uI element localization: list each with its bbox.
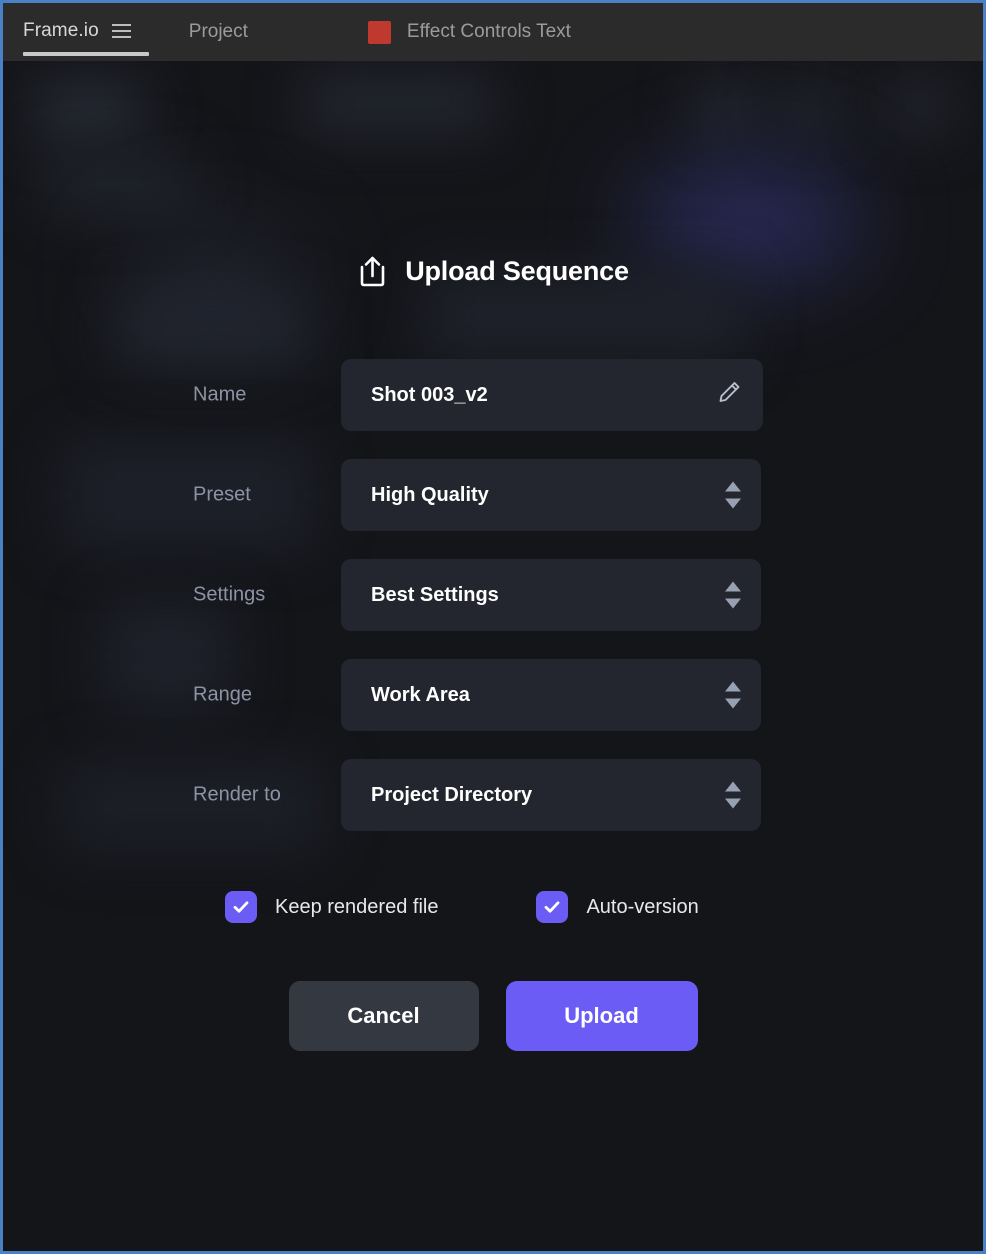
preset-stepper[interactable]	[725, 481, 741, 509]
tab-effect-controls-text[interactable]: Effect Controls Text	[367, 20, 571, 44]
checkbox-row: Keep rendered file Auto-version	[3, 891, 983, 923]
preset-select[interactable]: High Quality	[341, 459, 761, 531]
form-row-settings: Settings Best Settings	[3, 559, 983, 631]
dialog-header: Upload Sequence	[3, 255, 983, 288]
checkbox-auto-version[interactable]: Auto-version	[536, 891, 699, 923]
caret-down-icon[interactable]	[725, 798, 741, 809]
upload-button[interactable]: Upload	[505, 981, 698, 1051]
caret-down-icon[interactable]	[725, 498, 741, 509]
form-row-name: Name Shot 003_v2	[3, 359, 983, 431]
settings-select-value: Best Settings	[371, 583, 499, 606]
red-square-icon	[367, 20, 391, 44]
cancel-button[interactable]: Cancel	[288, 981, 479, 1051]
caret-up-icon[interactable]	[725, 681, 741, 692]
caret-up-icon[interactable]	[725, 481, 741, 492]
tab-project[interactable]: Project	[189, 21, 248, 43]
form-row-preset: Preset High Quality	[3, 459, 983, 531]
form-row-range: Range Work Area	[3, 659, 983, 731]
pencil-icon[interactable]	[715, 379, 743, 412]
checkbox-checked-icon[interactable]	[536, 891, 569, 923]
page-title: Upload Sequence	[405, 256, 629, 286]
checkbox-keep-rendered-file[interactable]: Keep rendered file	[225, 891, 438, 923]
application-window: Frame.io Project Effect Controls Text Up…	[0, 0, 986, 1254]
label-settings: Settings	[193, 583, 266, 606]
checkbox-checked-icon[interactable]	[225, 891, 257, 923]
hamburger-icon[interactable]	[111, 24, 131, 38]
upload-sequence-dialog: Upload Sequence Name Shot 003_v2 Preset …	[3, 61, 983, 1251]
range-select-value: Work Area	[371, 683, 470, 706]
form-row-render-to: Render to Project Directory	[3, 759, 983, 831]
tab-frameio[interactable]: Frame.io	[23, 20, 149, 56]
render-to-select[interactable]: Project Directory	[341, 759, 761, 831]
tab-frameio-label: Frame.io	[23, 20, 99, 41]
preset-select-value: High Quality	[371, 483, 489, 506]
caret-down-icon[interactable]	[725, 598, 741, 609]
name-input[interactable]: Shot 003_v2	[341, 359, 763, 431]
settings-stepper[interactable]	[725, 581, 741, 609]
checkbox-keep-rendered-file-label: Keep rendered file	[275, 895, 439, 918]
range-select[interactable]: Work Area	[341, 659, 761, 731]
range-stepper[interactable]	[725, 681, 741, 709]
tab-active-underline	[23, 52, 149, 56]
upload-icon	[357, 255, 388, 288]
label-range: Range	[193, 683, 252, 706]
top-panel-tab-bar: Frame.io Project Effect Controls Text	[3, 3, 983, 61]
settings-select[interactable]: Best Settings	[341, 559, 761, 631]
caret-down-icon[interactable]	[725, 698, 741, 709]
checkbox-auto-version-label: Auto-version	[586, 895, 699, 918]
caret-up-icon[interactable]	[725, 581, 741, 592]
label-preset: Preset	[193, 483, 251, 506]
dialog-button-row: Cancel Upload	[3, 981, 983, 1051]
name-input-value: Shot 003_v2	[371, 383, 488, 406]
tab-effect-controls-text-label: Effect Controls Text	[406, 21, 571, 42]
label-name: Name	[193, 383, 247, 406]
render-to-select-value: Project Directory	[371, 783, 533, 806]
render-to-stepper[interactable]	[725, 781, 741, 809]
label-render-to: Render to	[193, 783, 281, 806]
caret-up-icon[interactable]	[725, 781, 741, 792]
